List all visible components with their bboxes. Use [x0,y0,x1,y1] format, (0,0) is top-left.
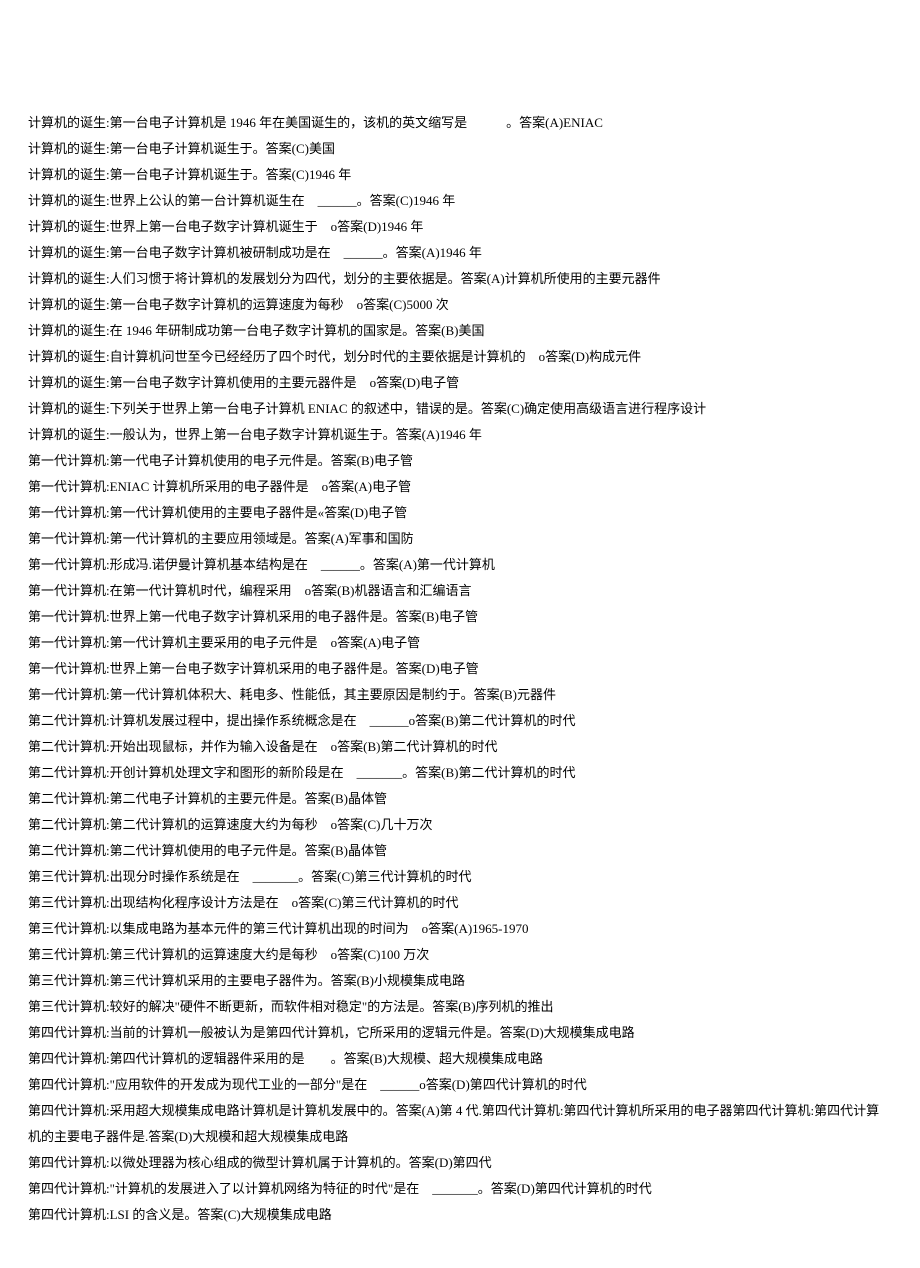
question-line: 第二代计算机:开始出现鼠标，并作为输入设备是在 o答案(B)第二代计算机的时代 [28,734,892,760]
question-line: 第三代计算机:出现分时操作系统是在 _______。答案(C)第三代计算机的时代 [28,864,892,890]
question-line: 计算机的诞生:一般认为，世界上第一台电子数字计算机诞生于。答案(A)1946 年 [28,422,892,448]
question-line: 第四代计算机:采用超大规模集成电路计算机是计算机发展中的。答案(A)第 4 代.… [28,1098,892,1150]
question-line: 第一代计算机:世界上第一台电子数字计算机采用的电子器件是。答案(D)电子管 [28,656,892,682]
question-line: 第三代计算机:较好的解决"硬件不断更新，而软件相对稳定"的方法是。答案(B)序列… [28,994,892,1020]
question-line: 第四代计算机:当前的计算机一般被认为是第四代计算机，它所采用的逻辑元件是。答案(… [28,1020,892,1046]
question-line: 第二代计算机:第二代计算机的运算速度大约为每秒 o答案(C)几十万次 [28,812,892,838]
question-line: 第三代计算机:出现结构化程序设计方法是在 o答案(C)第三代计算机的时代 [28,890,892,916]
question-line: 第三代计算机:第三代计算机采用的主要电子器件为。答案(B)小规模集成电路 [28,968,892,994]
question-line: 第二代计算机:计算机发展过程中，提出操作系统概念是在 ______o答案(B)第… [28,708,892,734]
question-line: 计算机的诞生:第一台电子数字计算机被研制成功是在 ______。答案(A)194… [28,240,892,266]
question-line: 第四代计算机:"应用软件的开发成为现代工业的一部分"是在 ______o答案(D… [28,1072,892,1098]
question-line: 计算机的诞生:人们习惯于将计算机的发展划分为四代，划分的主要依据是。答案(A)计… [28,266,892,292]
question-line: 计算机的诞生:世界上第一台电子数字计算机诞生于 o答案(D)1946 年 [28,214,892,240]
question-line: 第一代计算机:ENIAC 计算机所采用的电子器件是 o答案(A)电子管 [28,474,892,500]
question-line: 计算机的诞生:自计算机问世至今已经经历了四个时代，划分时代的主要依据是计算机的 … [28,344,892,370]
question-line: 第二代计算机:第二代电子计算机的主要元件是。答案(B)晶体管 [28,786,892,812]
question-line: 计算机的诞生:第一台电子计算机诞生于。答案(C)美国 [28,136,892,162]
question-line: 第一代计算机:第一代计算机主要采用的电子元件是 o答案(A)电子管 [28,630,892,656]
question-line: 第二代计算机:开创计算机处理文字和图形的新阶段是在 _______。答案(B)第… [28,760,892,786]
question-line: 第一代计算机:第一代计算机体积大、耗电多、性能低，其主要原因是制约于。答案(B)… [28,682,892,708]
question-list: 计算机的诞生:第一台电子计算机是 1946 年在美国诞生的，该机的英文缩写是 。… [28,110,892,1228]
question-line: 第一代计算机:形成冯.诺伊曼计算机基本结构是在 ______。答案(A)第一代计… [28,552,892,578]
question-line: 第一代计算机:在第一代计算机时代，编程采用 o答案(B)机器语言和汇编语言 [28,578,892,604]
question-line: 第四代计算机:第四代计算机的逻辑器件采用的是 。答案(B)大规模、超大规模集成电… [28,1046,892,1072]
question-line: 第一代计算机:第一代计算机使用的主要电子器件是«答案(D)电子管 [28,500,892,526]
question-line: 第四代计算机:LSI 的含义是。答案(C)大规模集成电路 [28,1202,892,1228]
question-line: 第四代计算机:以微处理器为核心组成的微型计算机属于计算机的。答案(D)第四代 [28,1150,892,1176]
question-line: 第三代计算机:第三代计算机的运算速度大约是每秒 o答案(C)100 万次 [28,942,892,968]
question-line: 第四代计算机:"计算机的发展进入了以计算机网络为特征的时代"是在 _______… [28,1176,892,1202]
question-line: 计算机的诞生:在 1946 年研制成功第一台电子数字计算机的国家是。答案(B)美… [28,318,892,344]
question-line: 计算机的诞生:下列关于世界上第一台电子计算机 ENIAC 的叙述中，错误的是。答… [28,396,892,422]
question-line: 第一代计算机:第一代电子计算机使用的电子元件是。答案(B)电子管 [28,448,892,474]
question-line: 第二代计算机:第二代计算机使用的电子元件是。答案(B)晶体管 [28,838,892,864]
question-line: 第一代计算机:世界上第一代电子数字计算机采用的电子器件是。答案(B)电子管 [28,604,892,630]
question-line: 第一代计算机:第一代计算机的主要应用领域是。答案(A)军事和国防 [28,526,892,552]
question-line: 计算机的诞生:第一台电子数字计算机的运算速度为每秒 o答案(C)5000 次 [28,292,892,318]
document-page: 计算机的诞生:第一台电子计算机是 1946 年在美国诞生的，该机的英文缩写是 。… [0,0,920,1268]
question-line: 计算机的诞生:第一台电子计算机诞生于。答案(C)1946 年 [28,162,892,188]
question-line: 计算机的诞生:第一台电子数字计算机使用的主要元器件是 o答案(D)电子管 [28,370,892,396]
question-line: 计算机的诞生:第一台电子计算机是 1946 年在美国诞生的，该机的英文缩写是 。… [28,110,892,136]
question-line: 第三代计算机:以集成电路为基本元件的第三代计算机出现的时间为 o答案(A)196… [28,916,892,942]
question-line: 计算机的诞生:世界上公认的第一台计算机诞生在 ______。答案(C)1946 … [28,188,892,214]
